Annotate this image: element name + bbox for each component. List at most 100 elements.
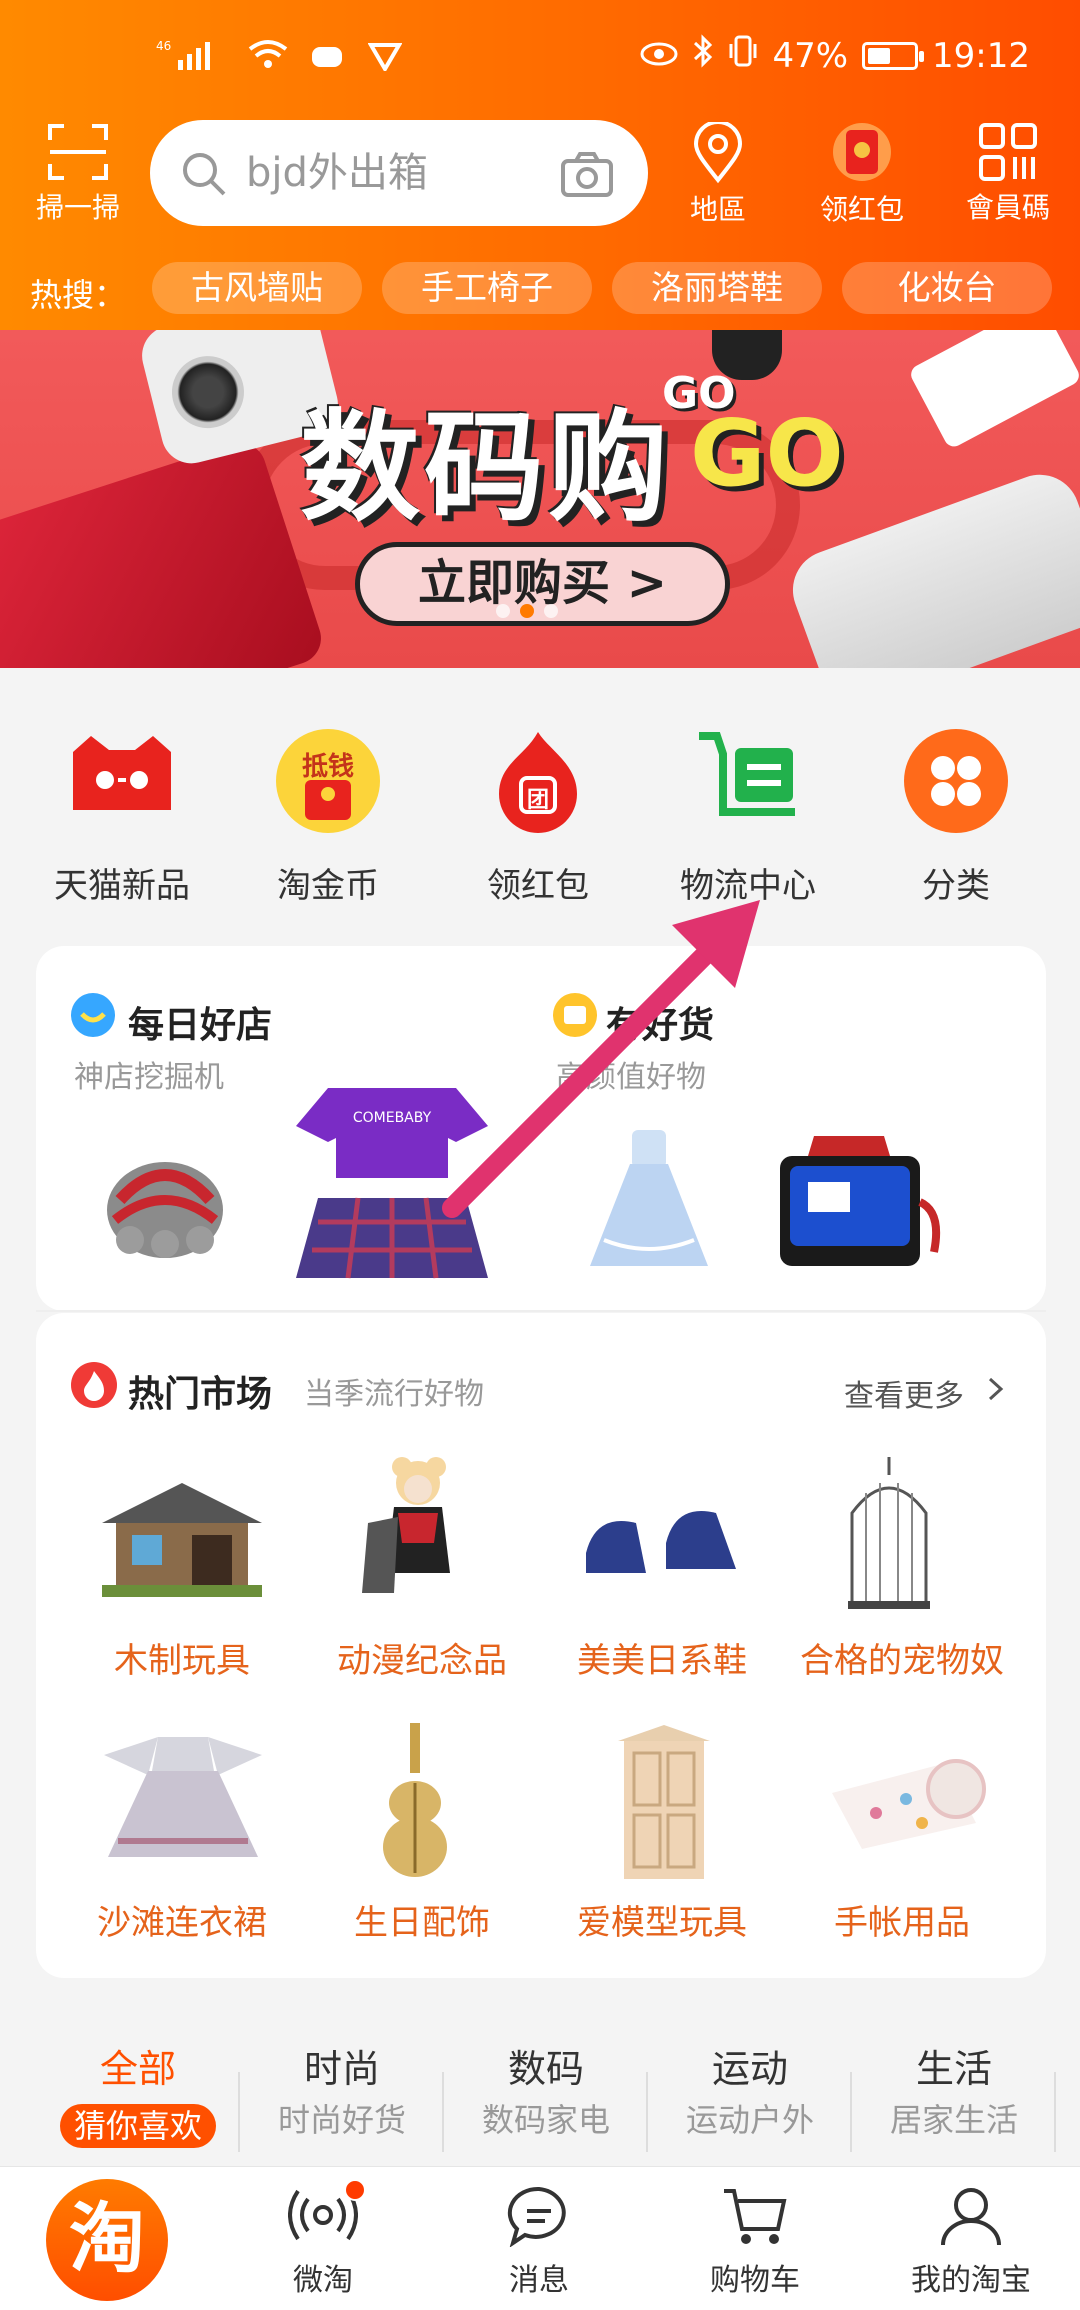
knit-hat-image[interactable] (100, 1140, 230, 1260)
member-code-icon (979, 123, 1037, 181)
hot-market-subtitle: 当季流行好物 (304, 1377, 484, 1412)
wifi-icon (248, 39, 288, 80)
hot-chip[interactable]: 化妆台 (842, 262, 1052, 314)
market-item-label[interactable]: 沙滩连衣裙 (62, 1895, 302, 1944)
feed-tab-life[interactable]: 生活 居家生活 (852, 2050, 1056, 2136)
market-item-label[interactable]: 木制玩具 (62, 1633, 302, 1682)
red-envelope-icon (833, 123, 891, 181)
nav-label: 我的淘宝 (911, 2263, 1031, 2298)
washi-tape-image[interactable] (826, 1753, 986, 1853)
category-redpacket[interactable]: 团 领红包 (448, 728, 628, 907)
hot-chip[interactable]: 洛丽塔鞋 (612, 262, 822, 314)
member-code-button[interactable]: 會員碼 (958, 122, 1058, 222)
powerbank-image (907, 330, 1080, 450)
carousel-dots (496, 604, 558, 618)
market-item-label[interactable]: 动漫纪念品 (302, 1633, 542, 1682)
category-logistics[interactable]: 物流中心 (658, 728, 838, 907)
hot-chip[interactable]: 手工椅子 (382, 262, 592, 314)
category-all[interactable]: 分类 (866, 728, 1046, 907)
market-item-label[interactable]: 生日配饰 (302, 1895, 542, 1944)
tab-divider (1054, 2072, 1056, 2152)
feed-tab-title: 数码 (507, 2047, 584, 2091)
feed-tab-title: 生活 (915, 2047, 992, 2091)
message-bubble-icon (507, 2186, 566, 2247)
princess-dress-image[interactable] (584, 1130, 714, 1270)
flame-icon (71, 1362, 117, 1408)
nav-weitao[interactable]: 微淘 (238, 2185, 408, 2299)
daily-card: 每日好店 神店挖掘机 有好货 高颜值好物 COMEBABY (36, 946, 1046, 1312)
tmall-cat-icon (69, 728, 175, 834)
nav-cart[interactable]: 购物车 (670, 2185, 840, 2299)
hot-market-title: 热门市场 (128, 1374, 273, 1415)
hot-search-label: 热搜： (30, 276, 127, 314)
category-grid-icon (903, 728, 1009, 834)
header: 46 47% 19:12 掃一掃 bjd外出箱 地區 领红包 會員碼 热搜： 古… (0, 0, 1080, 330)
banner-title: 数码购 (300, 399, 672, 538)
camera-icon[interactable] (560, 152, 614, 198)
feed-tab-subtitle: 数码家电 (481, 2101, 610, 2139)
shirt-print-text: COMEBABY (352, 1110, 432, 1126)
chevron-right-icon[interactable] (986, 1375, 1006, 1403)
power-station-image[interactable] (764, 1132, 944, 1272)
check-notify-icon (367, 40, 403, 80)
category-label: 物流中心 (680, 866, 816, 906)
feed-tab-fashion[interactable]: 时尚 时尚好货 (240, 2050, 444, 2136)
logistics-icon (695, 728, 801, 834)
carousel-dot (544, 604, 558, 618)
gold-coin-icon: 抵钱 (275, 728, 381, 834)
vibrate-icon (728, 34, 758, 77)
feed-tab-title: 运动 (711, 2047, 788, 2091)
miniature-door-image[interactable] (614, 1723, 714, 1883)
category-label: 淘金币 (277, 866, 379, 906)
coin-badge: 抵钱 (301, 752, 354, 782)
lolita-shoes-image[interactable] (576, 1473, 746, 1603)
category-tmall[interactable]: 天猫新品 (32, 728, 212, 907)
feed-tab-subtitle: 居家生活 (889, 2101, 1018, 2139)
anime-figure-image[interactable] (338, 1453, 478, 1613)
signal-icon: 46 (156, 38, 226, 81)
redpacket-button[interactable]: 领红包 (812, 122, 912, 224)
location-pin-icon (693, 122, 743, 184)
battery-percent: 47% (772, 35, 849, 76)
market-item-label[interactable]: 手帐用品 (782, 1895, 1022, 1944)
carousel-dot-active (520, 604, 534, 618)
nav-label: 消息 (509, 2263, 569, 2298)
feed-tab-subtitle: 时尚好货 (277, 2101, 406, 2139)
good-goods-title[interactable]: 有好货 (606, 996, 714, 1048)
home-tao-button[interactable]: 淘 (46, 2179, 168, 2301)
violin-brooch-image[interactable] (370, 1723, 460, 1883)
birdcage-image[interactable] (844, 1453, 934, 1613)
beach-dress-image[interactable] (98, 1731, 268, 1861)
scan-button[interactable]: 掃一掃 (18, 122, 138, 222)
daily-shop-title[interactable]: 每日好店 (128, 996, 272, 1048)
feed-tab-sports[interactable]: 运动 运动户外 (648, 2050, 852, 2136)
search-bar[interactable]: bjd外出箱 (150, 120, 648, 226)
market-item-label[interactable]: 合格的宠物奴 (782, 1633, 1022, 1682)
wooden-house-image[interactable] (92, 1463, 272, 1603)
category-coins[interactable]: 抵钱 淘金币 (238, 728, 418, 907)
hot-market-card: 热门市场 当季流行好物 查看更多 木制玩具 动漫纪念品 美美日系鞋 合格的宠物奴… (36, 1313, 1046, 1978)
feed-tab-digital[interactable]: 数码 数码家电 (444, 2050, 648, 2136)
feed-tab-subtitle: 猜你喜欢 (59, 2104, 216, 2148)
redpacket-label: 领红包 (819, 193, 904, 226)
nav-my-taobao[interactable]: 我的淘宝 (886, 2185, 1056, 2299)
promo-banner[interactable]: 数码购 GO GO 立即购买 > (0, 330, 1080, 668)
nav-messages[interactable]: 消息 (454, 2185, 624, 2299)
kids-outfit-image[interactable]: COMEBABY (288, 1082, 496, 1282)
gift-shop-icon (553, 993, 597, 1037)
category-label: 分类 (922, 866, 990, 906)
market-item-label[interactable]: 美美日系鞋 (542, 1633, 782, 1682)
location-button[interactable]: 地區 (668, 122, 768, 224)
group-badge: 团 (526, 788, 549, 813)
market-item-label[interactable]: 爱模型玩具 (542, 1895, 782, 1944)
bluetooth-icon (692, 34, 714, 77)
category-label: 领红包 (487, 866, 589, 906)
see-more-link[interactable]: 查看更多 (844, 1371, 964, 1415)
feed-tab-title: 全部 (99, 2047, 176, 2091)
cart-icon (724, 2189, 787, 2244)
search-input[interactable]: bjd外出箱 (246, 150, 428, 196)
feed-tab-all[interactable]: 全部 猜你喜欢 (36, 2050, 240, 2148)
hot-chip[interactable]: 古风墙贴 (152, 262, 362, 314)
search-icon (183, 153, 226, 196)
nav-label: 微淘 (293, 2263, 353, 2298)
